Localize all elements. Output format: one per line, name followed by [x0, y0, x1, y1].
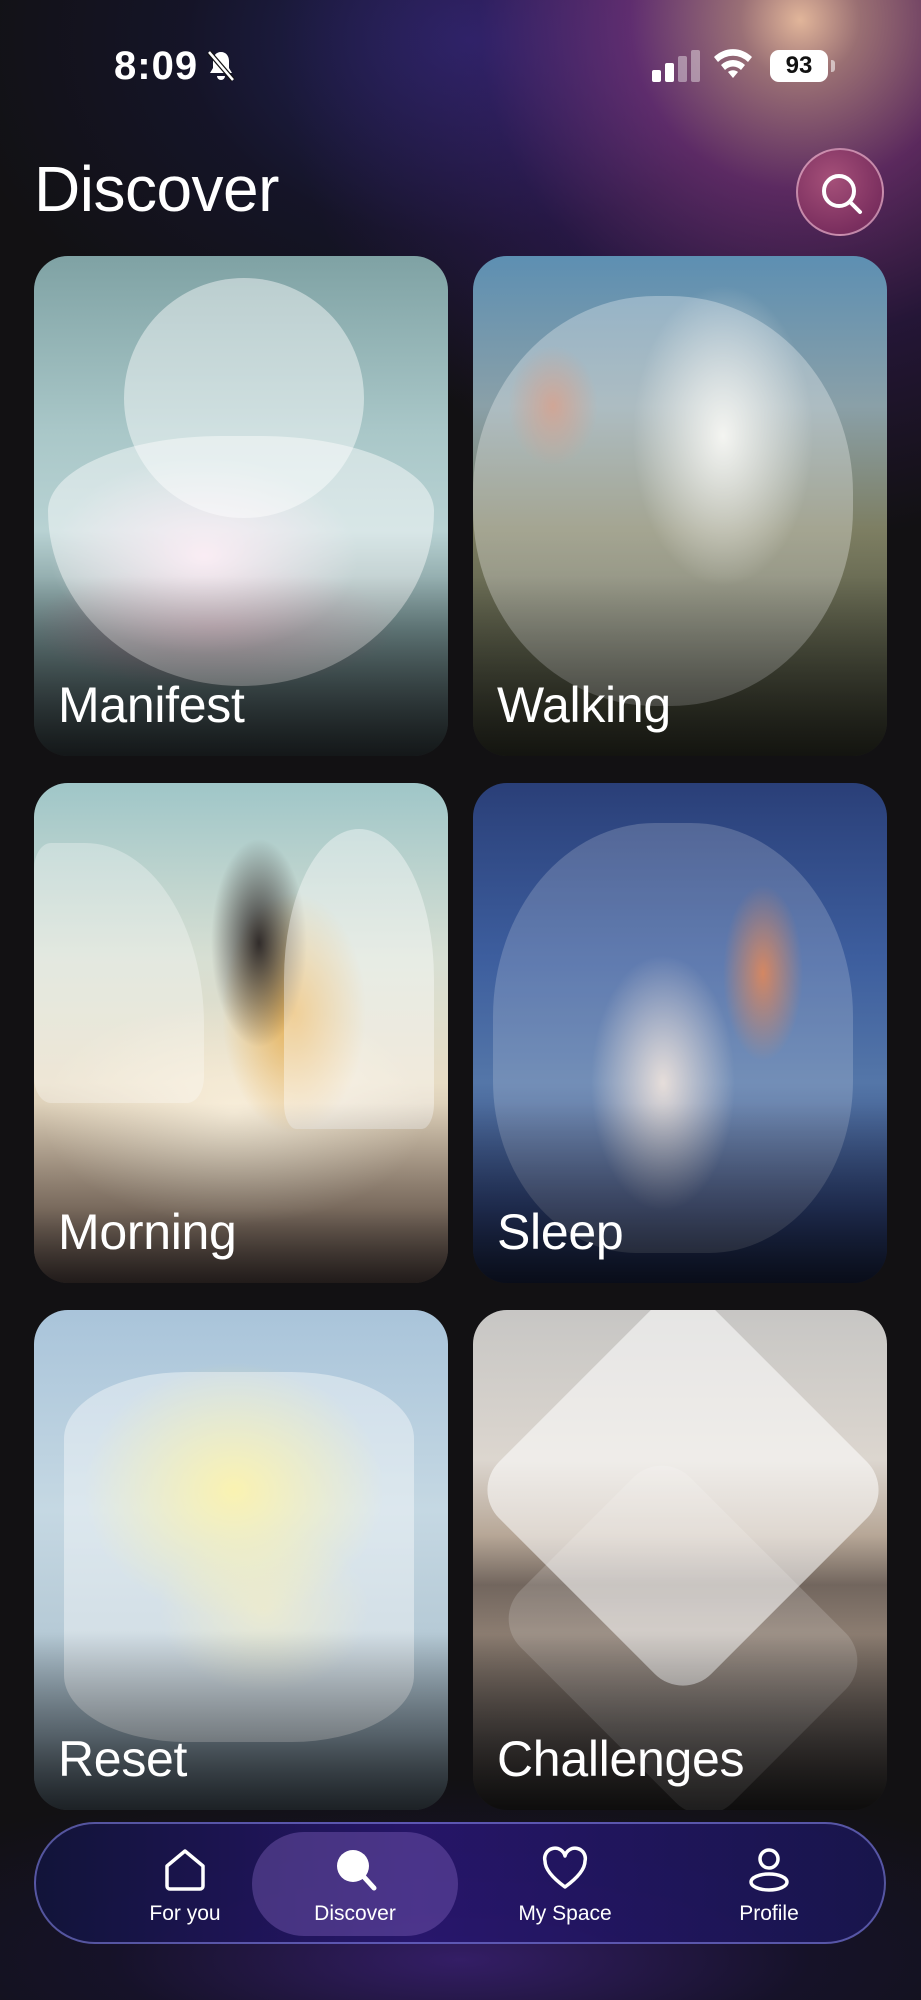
- bottom-tab-bar: For you Discover My Space Profile: [34, 1822, 886, 1944]
- status-time: 8:09: [114, 44, 199, 88]
- silent-bell-icon: [207, 50, 235, 82]
- status-bar: 8:09 93: [0, 0, 921, 130]
- card-sleep-label: Sleep: [497, 1204, 624, 1260]
- battery-tip: [831, 60, 835, 72]
- card-sleep[interactable]: Sleep: [473, 783, 887, 1283]
- tab-my-space[interactable]: My Space: [462, 1832, 668, 1936]
- card-reset-label: Reset: [58, 1731, 188, 1787]
- tab-discover-label: Discover: [314, 1902, 396, 1925]
- card-walking-label: Walking: [497, 677, 671, 733]
- card-morning-shape: [284, 829, 434, 1129]
- person-icon: [749, 1848, 789, 1892]
- card-manifest[interactable]: Manifest: [34, 256, 448, 756]
- card-morning[interactable]: Morning: [34, 783, 448, 1283]
- tab-profile[interactable]: Profile: [666, 1832, 872, 1936]
- card-reset[interactable]: Reset: [34, 1310, 448, 1810]
- search-icon: [822, 174, 862, 214]
- tab-discover[interactable]: Discover: [252, 1832, 458, 1936]
- card-morning-label: Morning: [58, 1204, 237, 1260]
- tab-profile-label: Profile: [739, 1902, 799, 1925]
- card-challenges[interactable]: Challenges: [473, 1310, 887, 1810]
- heart-icon: [542, 1846, 588, 1889]
- battery-level: 93: [770, 50, 828, 82]
- cellular-signal-icon: [652, 50, 700, 82]
- tab-my-space-label: My Space: [518, 1902, 612, 1925]
- home-icon: [165, 1849, 205, 1891]
- page-title: Discover: [34, 153, 279, 225]
- wifi-icon: [714, 49, 752, 78]
- card-challenges-label: Challenges: [497, 1731, 745, 1787]
- search-button[interactable]: [796, 148, 884, 236]
- card-walking[interactable]: Walking: [473, 256, 887, 756]
- search-icon: [337, 1850, 377, 1891]
- battery-indicator: 93: [770, 50, 836, 84]
- card-manifest-label: Manifest: [58, 677, 245, 733]
